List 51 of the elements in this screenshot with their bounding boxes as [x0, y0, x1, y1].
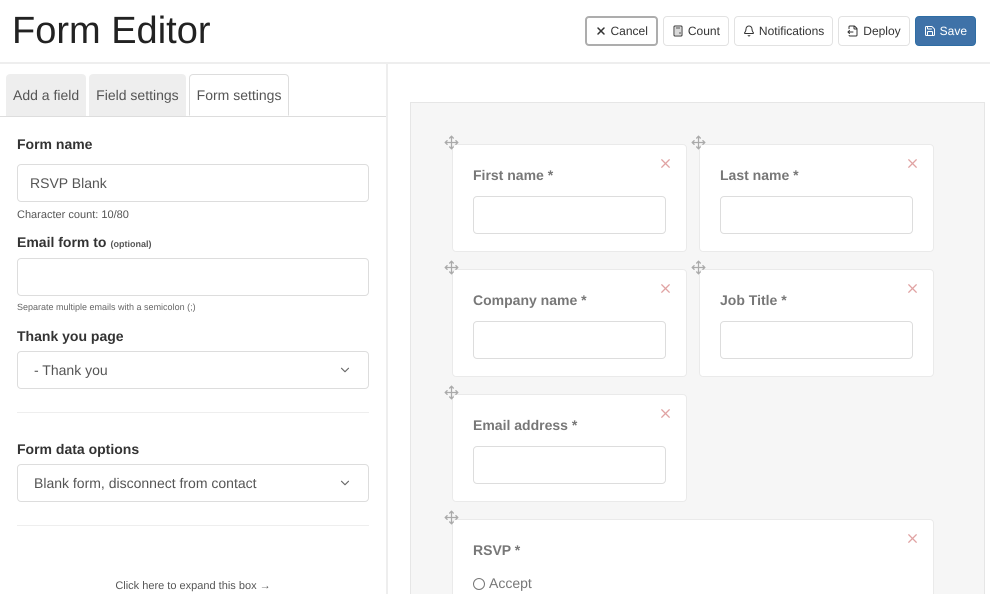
toolbar-button[interactable]: Deploy [838, 16, 910, 46]
drag-handle-icon[interactable] [444, 260, 459, 275]
radio-label: Accept [489, 574, 532, 593]
optional-note: (optional) [110, 238, 152, 251]
close-icon[interactable] [658, 281, 673, 296]
toolbar-button[interactable]: Notifications [734, 16, 834, 46]
close-icon[interactable] [905, 156, 920, 171]
field-label: Company name * [473, 291, 588, 310]
toolbar-button[interactable]: Save [914, 16, 976, 46]
input-field[interactable]: RSVP Blank [17, 164, 369, 202]
data-options-select[interactable]: Blank form, disconnect from contact [17, 464, 369, 502]
input-field[interactable] [17, 258, 369, 296]
help-text: Separate multiple emails with a semicolon (;) [17, 300, 197, 314]
input-field[interactable] [473, 196, 666, 234]
close-icon[interactable] [658, 406, 673, 421]
field-label: Thank you page [17, 327, 125, 346]
field-label: Job Title * [720, 291, 788, 310]
radio-button[interactable] [473, 578, 485, 590]
bell-icon [742, 25, 755, 37]
help-text: Character count: 10/80 [17, 208, 130, 223]
input-field[interactable] [473, 321, 666, 359]
field-label: Form name [17, 135, 94, 154]
input-field[interactable] [720, 321, 913, 359]
field-label: Email address * [473, 416, 578, 435]
drag-handle-icon[interactable] [444, 135, 459, 150]
calculator-icon [672, 25, 684, 37]
field-label: RSVP * [473, 541, 522, 560]
field-label: First name * [473, 166, 554, 185]
tab[interactable]: Form settings [188, 74, 290, 116]
tab[interactable]: Field settings [89, 74, 186, 116]
drag-handle-icon[interactable] [691, 135, 706, 150]
toolbar-button[interactable]: Count [662, 16, 729, 46]
field-label: Last name * [720, 166, 800, 185]
drag-handle-icon[interactable] [444, 385, 459, 400]
close-icon[interactable] [658, 156, 673, 171]
thank-you-select[interactable]: - Thank you [17, 351, 369, 389]
toolbar-button[interactable]: Cancel [584, 16, 658, 46]
input-field[interactable] [720, 196, 913, 234]
close-icon[interactable] [905, 281, 920, 296]
field-label: Form data options [17, 440, 140, 459]
page-title: Form Editor [12, 12, 210, 50]
input-field[interactable] [473, 446, 666, 484]
file-export-icon [847, 25, 860, 37]
drag-handle-icon[interactable] [444, 510, 459, 525]
expand-link[interactable]: Click here to expand this box → [115, 578, 271, 594]
field-label: Email form to [17, 232, 106, 252]
close-icon[interactable] [905, 531, 920, 546]
drag-handle-icon[interactable] [691, 260, 706, 275]
close-icon [594, 25, 607, 37]
tab[interactable]: Add a field [6, 74, 86, 116]
save-icon [924, 25, 936, 37]
